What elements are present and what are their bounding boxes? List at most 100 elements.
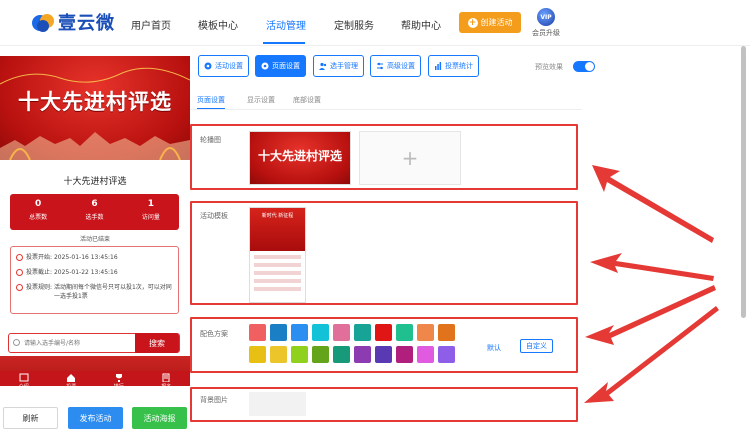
tab-ranking[interactable]: 排行 <box>95 371 143 386</box>
subtab-active-underline <box>197 108 225 109</box>
village-skyline-icon <box>0 132 190 160</box>
color-swatch[interactable] <box>291 346 308 363</box>
nav-template-center[interactable]: 模板中心 <box>198 17 238 32</box>
users-icon <box>319 62 327 70</box>
color-scheme-label: 配色方案 <box>200 330 228 338</box>
gear-icon <box>204 62 212 70</box>
nav-active-underline <box>263 42 305 44</box>
activity-poster-button[interactable]: 活动海报 <box>132 407 187 429</box>
advanced-settings-button[interactable]: 高级设置 <box>370 55 421 77</box>
color-swatch[interactable] <box>270 324 287 341</box>
home-icon <box>67 374 76 382</box>
vote-statistics-button[interactable]: 投票统计 <box>428 55 479 77</box>
clock-icon <box>16 269 23 276</box>
subtab-footer-settings[interactable]: 底部设置 <box>293 95 321 105</box>
color-swatch[interactable] <box>354 346 371 363</box>
annotation-arrows-icon <box>584 165 719 403</box>
stat-total-votes: 0 总票数 <box>29 199 48 221</box>
vip-upgrade-label[interactable]: 会员升级 <box>532 28 560 38</box>
color-swatch[interactable] <box>333 324 350 341</box>
carousel-image[interactable]: 十大先进村评选 <box>249 131 351 185</box>
template-section: 活动模板 新时代 新征程 <box>190 201 578 305</box>
vote-end-row: 投票截止: 2025-01-22 13:45:16 <box>16 268 173 277</box>
vip-icon[interactable]: VIP <box>537 8 555 26</box>
upload-image-button[interactable]: + <box>359 131 461 185</box>
signup-icon <box>162 373 170 382</box>
clock-icon <box>16 284 23 291</box>
tab-vote[interactable]: 投票 <box>48 371 96 386</box>
preview-effect-toggle[interactable] <box>573 61 595 72</box>
tab-signup[interactable]: 报名 <box>143 371 191 386</box>
banner-title: 十大先进村评选 <box>18 90 172 114</box>
color-swatch[interactable] <box>354 324 371 341</box>
banner-decoration-icon <box>0 67 190 85</box>
subtab-display-settings[interactable]: 显示设置 <box>247 95 275 105</box>
vote-rule-row: 投票规则: 活动期间每个微信号只可以投1次，可以对同一选手投1票 <box>16 283 173 301</box>
color-swatch[interactable] <box>438 324 455 341</box>
create-activity-label: 创建活动 <box>480 18 513 27</box>
refresh-button[interactable]: 刷新 <box>3 407 58 429</box>
color-swatch[interactable] <box>249 346 266 363</box>
trophy-icon <box>115 374 122 382</box>
background-image-section: 背景图片 <box>190 387 578 422</box>
search-button[interactable]: 搜索 <box>135 333 179 353</box>
vote-start-row: 投票开始: 2025-01-16 13:45:16 <box>16 253 173 262</box>
template-title: 新时代 新征程 <box>250 208 305 251</box>
color-swatch[interactable] <box>375 346 392 363</box>
preview-effect-label: 预览效果 <box>535 63 563 71</box>
stat-visits: 1 访问量 <box>141 199 160 221</box>
color-swatch[interactable] <box>312 346 329 363</box>
color-swatch[interactable] <box>333 346 350 363</box>
color-swatch[interactable] <box>396 346 413 363</box>
publish-activity-button[interactable]: 发布活动 <box>68 407 123 429</box>
tab-intro[interactable]: 介绍 <box>0 371 48 386</box>
color-swatch[interactable] <box>417 346 434 363</box>
color-swatch[interactable] <box>312 324 329 341</box>
sliders-icon <box>377 62 383 70</box>
create-activity-button[interactable]: + 创建活动 <box>459 12 521 33</box>
nav-help-center[interactable]: 帮助中心 <box>401 17 441 32</box>
nav-activity-management[interactable]: 活动管理 <box>266 17 306 32</box>
top-header: 壹云微 用户首页 模板中心 活动管理 定制服务 帮助中心 + 创建活动 VIP … <box>0 0 750 46</box>
bar-chart-icon <box>435 62 442 70</box>
stat-contestants: 6 选手数 <box>85 199 104 221</box>
contestant-search-input[interactable] <box>9 334 139 352</box>
color-swatch[interactable] <box>438 346 455 363</box>
color-swatch[interactable] <box>291 324 308 341</box>
template-label: 活动模板 <box>200 212 228 220</box>
nav-custom-service[interactable]: 定制服务 <box>334 17 374 32</box>
activity-template-thumbnail[interactable]: 新时代 新征程 <box>249 207 306 303</box>
activity-settings-button[interactable]: 活动设置 <box>198 55 249 77</box>
vote-info-box: 投票开始: 2025-01-16 13:45:16 投票截止: 2025-01-… <box>10 246 179 314</box>
preview-tabbar: 介绍 投票 排行 报名 <box>0 371 190 386</box>
background-image-upload[interactable] <box>249 392 306 416</box>
nav-user-home[interactable]: 用户首页 <box>131 17 171 32</box>
color-swatch[interactable] <box>375 324 392 341</box>
intro-icon <box>19 373 29 382</box>
color-swatch[interactable] <box>270 346 287 363</box>
color-swatch[interactable] <box>417 324 434 341</box>
search-bar: 搜索 <box>8 333 180 353</box>
carousel-section: 轮播图 十大先进村评选 + <box>190 124 578 190</box>
background-image-label: 背景图片 <box>200 396 228 404</box>
color-custom-button[interactable]: 自定义 <box>520 339 553 353</box>
subtab-page-settings[interactable]: 页面设置 <box>197 95 225 105</box>
mobile-preview: 十大先进村评选 十大先进村评选 0 总票数 6 选手数 1 访问量 活动已结束 … <box>0 56 190 386</box>
clock-icon <box>16 254 23 261</box>
cloud-logo-icon <box>32 14 54 32</box>
preview-activity-title: 十大先进村评选 <box>63 177 127 187</box>
carousel-label: 轮播图 <box>200 136 221 144</box>
stats-panel: 0 总票数 6 选手数 1 访问量 <box>10 194 179 230</box>
page-settings-button[interactable]: 页面设置 <box>255 55 306 77</box>
brand-name[interactable]: 壹云微 <box>58 9 115 35</box>
color-scheme-section: 配色方案 默认 自定义 <box>190 317 578 373</box>
color-default-option[interactable]: 默认 <box>487 343 501 353</box>
page-scrollbar[interactable] <box>741 46 746 318</box>
color-swatch[interactable] <box>249 324 266 341</box>
preview-banner: 十大先进村评选 <box>0 56 190 160</box>
plus-icon: + <box>467 17 478 28</box>
contestant-management-button[interactable]: 选手管理 <box>313 55 364 77</box>
color-swatch[interactable] <box>396 324 413 341</box>
subtab-divider <box>190 109 582 110</box>
gear-icon <box>261 62 269 70</box>
